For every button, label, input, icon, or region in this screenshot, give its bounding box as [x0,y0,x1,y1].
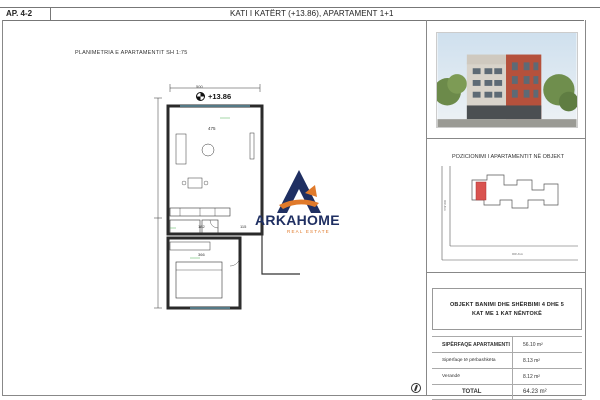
watermark-subtitle: REAL ESTATE [287,229,330,234]
panel-divider [426,138,586,139]
area-label: Sipërfaqe të përbashkëta [442,358,496,363]
building-render-image [436,32,578,128]
dimension-top: 500 [196,84,203,89]
level-value: +13.86 [208,92,232,101]
area-row-total: TOTAL 64.23 m² [432,384,582,400]
object-line-2: KAT ME 1 KAT NËNTOKË [471,310,542,317]
area-value: 56.10 m² [512,337,543,352]
area-table: SIPËRFAQE APARTAMENTI 56.10 m² Sipërfaqe… [432,336,582,400]
site-position-plan: RRUGA RRUGA [441,166,578,261]
sheet-title: KATI I KATËRT (+13.86), APARTAMENT 1+1 [230,9,394,18]
bedroom-walls [166,236,242,310]
area-label: Verandë [442,374,460,379]
apartment-highlight [475,181,487,201]
sofa [175,133,187,165]
area-row-veranda: Verandë 8.12 m² [432,368,582,384]
area-value: 8.12 m² [512,369,540,384]
header-separator [50,7,51,21]
dimension-lower: 366 [198,252,205,257]
dimension-mid: 182 [198,224,205,229]
object-line-1: OBJEKT BANIMI DHE SHËRBIMI 4 DHE 5 [449,301,565,308]
bathroom [169,219,201,235]
area-label: SIPËRFAQE APARTAMENTI [442,341,510,348]
level-marker: +13.86 [196,92,231,101]
svg-text:RRUGA: RRUGA [512,252,523,256]
watermark-name: ARKAHOME [255,212,340,228]
dimension-room: 475 [208,126,216,131]
dimension-side: 115 [240,224,247,229]
svg-text:RRUGA: RRUGA [443,200,447,211]
floor-plan-sheet: AP. 4-2 KATI I KATËRT (+13.86), APARTAME… [0,0,600,400]
north-arrow-icon [411,383,421,393]
area-row-apartment: SIPËRFAQE APARTAMENTI 56.10 m² [432,336,582,352]
plan-title: PLANIMETRIA E APARTAMENTIT SH 1:75 [75,50,188,56]
round-table [201,143,215,157]
area-value: 8.13 m² [512,353,540,368]
panel-divider-2 [426,272,586,273]
area-row-common: Sipërfaqe të përbashkëta 8.13 m² [432,352,582,368]
level-symbol-icon [196,92,205,101]
header-top-line [0,7,600,8]
wardrobe [169,241,211,251]
area-value: 64.23 m² [512,385,547,399]
bed [175,261,223,299]
apartment-code: AP. 4-2 [6,9,33,18]
object-description: OBJEKT BANIMI DHE SHËRBIMI 4 DHE 5 KAT M… [432,288,582,330]
dining-table [187,177,203,189]
area-label: TOTAL [462,389,482,395]
